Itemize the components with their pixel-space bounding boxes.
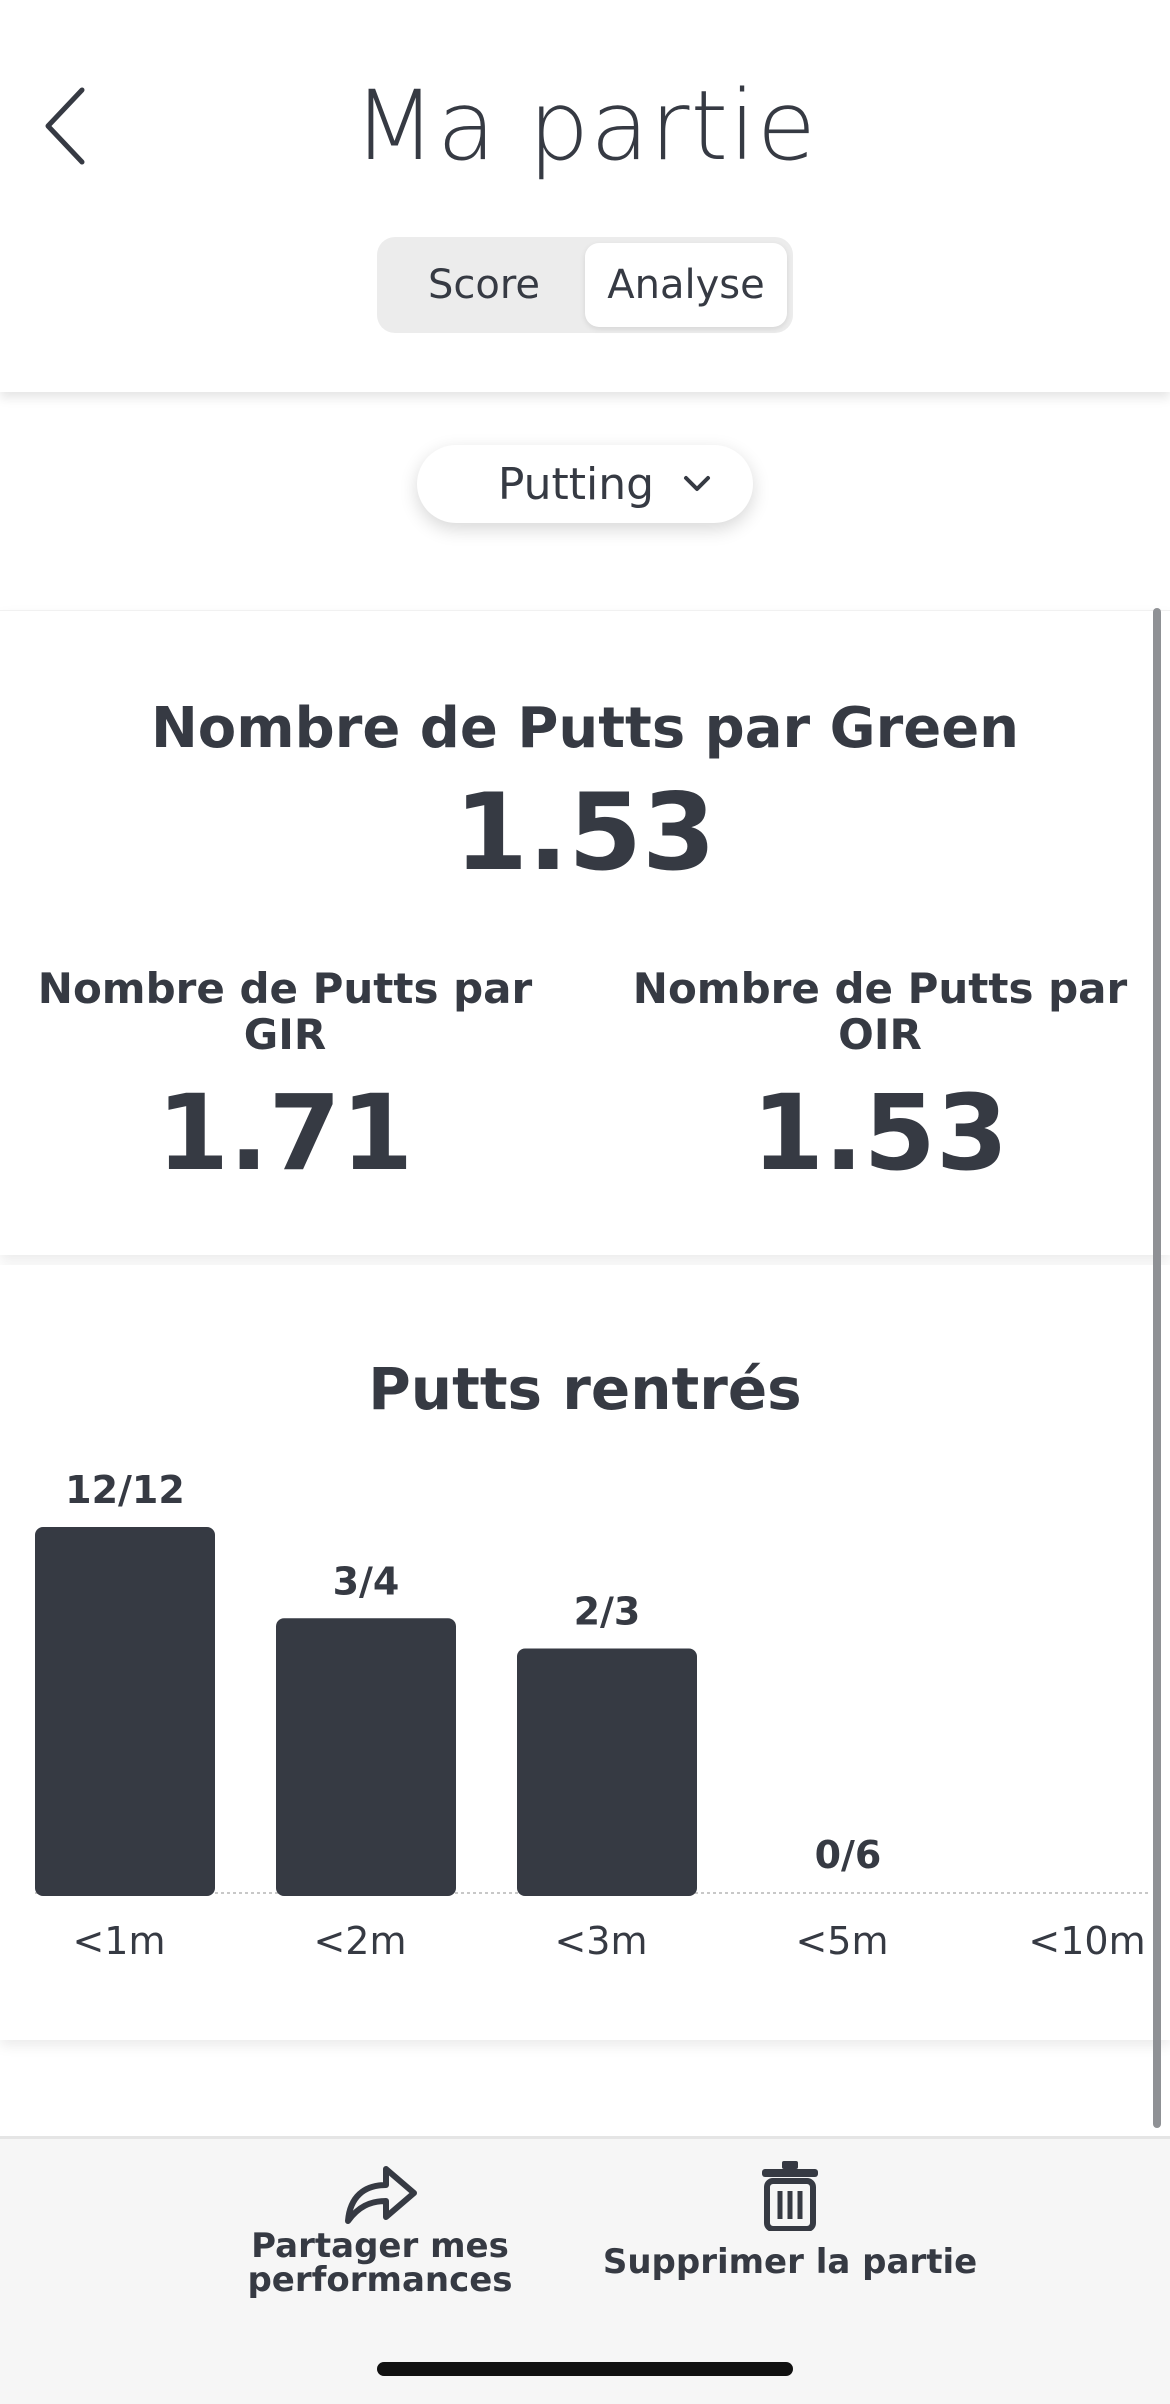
chart-tick-label: <5m	[795, 1919, 888, 1963]
scrollbar[interactable]	[1153, 608, 1161, 2128]
chart-tick-label: <2m	[313, 1919, 406, 1963]
page-title: Ma partie	[353, 70, 817, 182]
share-label-line1: Partager mes	[251, 2226, 509, 2266]
tab-analyse[interactable]: Analyse	[585, 243, 787, 327]
putts-per-green-value: 1.53	[454, 771, 716, 894]
putts-made-chart-card: Putts rentrés 12/12 <1m 3/4 <2m 2/3 <3m 0/6 <5m…	[0, 1265, 1170, 2040]
chart-data-label: 0/6	[815, 1833, 882, 1877]
putts-per-oir: Nombre de Putts par OIR 1.53	[600, 964, 1160, 1195]
share-label-line2: performances	[247, 2260, 513, 2300]
chart-tick-label: <1m	[72, 1919, 165, 1963]
category-dropdown[interactable]: Putting	[417, 445, 753, 523]
putts-per-oir-label-line2: OIR	[838, 1010, 922, 1059]
chart-data-label: 12/12	[65, 1468, 185, 1512]
putts-stats-card: Nombre de Putts par Green 1.53 Nombre de…	[0, 610, 1170, 1255]
header: Ma partie Score Analyse	[0, 0, 1170, 392]
delete-round-button[interactable]: Supprimer la partie	[600, 2159, 980, 2279]
view-segmented-control: Score Analyse	[377, 237, 793, 333]
tab-score[interactable]: Score	[383, 243, 585, 327]
putts-per-gir-value: 1.71	[156, 1072, 414, 1194]
share-performance-button[interactable]: Partager mes performances	[230, 2159, 530, 2297]
putts-per-gir-label-line2: GIR	[243, 1010, 327, 1059]
chart-bar	[35, 1527, 215, 1896]
category-dropdown-label: Putting	[497, 458, 655, 510]
trash-icon	[762, 2161, 818, 2231]
chart-tick-label: <3m	[554, 1919, 647, 1963]
share-arrow-icon	[345, 2166, 417, 2224]
putts-per-gir: Nombre de Putts par GIR 1.71	[5, 964, 565, 1195]
putts-per-oir-value: 1.53	[751, 1072, 1009, 1194]
putts-made-chart: 12/12 <1m 3/4 <2m 2/3 <3m 0/6 <5m <10m	[35, 1468, 1150, 1963]
delete-label: Supprimer la partie	[602, 2242, 978, 2282]
putts-per-gir-label-line1: Nombre de Putts par	[37, 964, 533, 1013]
chart-bar	[276, 1618, 456, 1896]
chart-data-label: 3/4	[333, 1559, 400, 1603]
putts-per-oir-label-line1: Nombre de Putts par	[632, 964, 1128, 1013]
chart-data-label: 2/3	[574, 1590, 641, 1634]
chevron-down-icon	[684, 476, 711, 491]
home-indicator	[377, 2362, 793, 2376]
chart-bar	[517, 1648, 697, 1896]
chart-tick-label: <10m	[1028, 1919, 1145, 1963]
putts-per-green-label: Nombre de Putts par Green	[150, 696, 1020, 761]
